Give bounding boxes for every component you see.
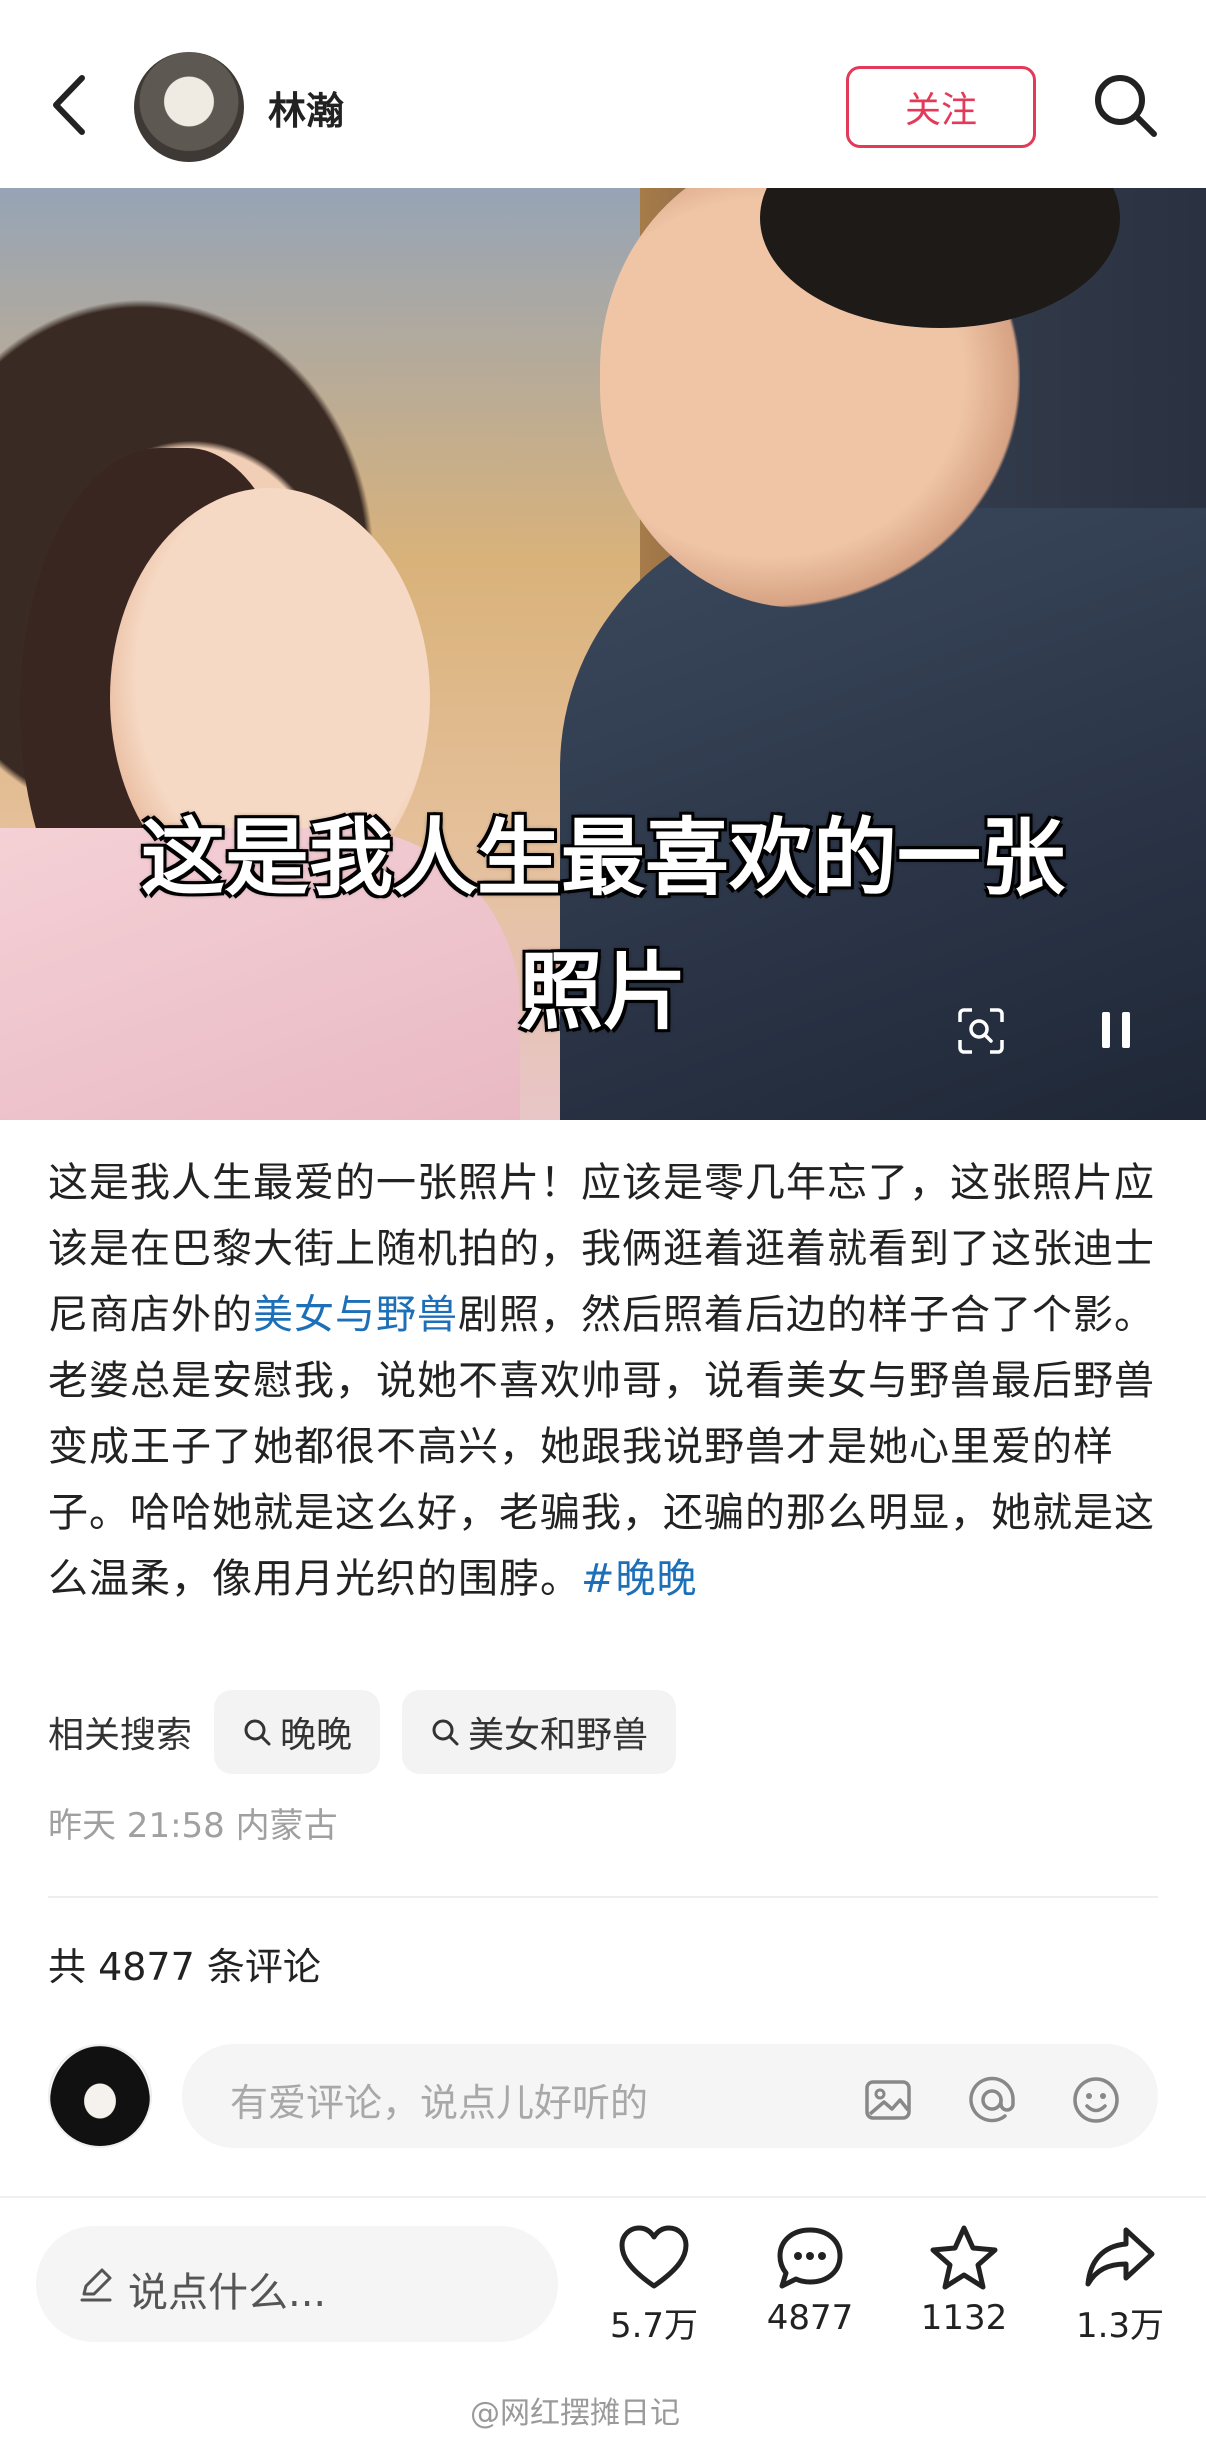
comment-count: 共 4877 条评论 [48,1945,321,1989]
bottom-action-bar: 说点什么... 5.7万 4877 1132 1.3万 @网红摆摊日记 [0,2196,1206,2438]
heart-icon [619,2225,689,2289]
like-count: 5.7万 [609,2306,699,2346]
image-overlay-text-line1: 这是我人生最喜欢的一张 [140,809,1065,907]
search-icon [244,1719,271,1746]
share-icon [1085,2227,1155,2287]
comment-button[interactable]: 4877 [740,2224,880,2338]
related-search: 相关搜索 晚晚 美女和野兽 [48,1690,698,1774]
star-icon [930,2225,998,2290]
image-icon[interactable] [862,2074,914,2126]
author-avatar[interactable] [134,52,244,162]
search-icon[interactable] [1090,70,1160,140]
watermark: @网红摆摊日记 [470,2396,680,2431]
image-overlay-text-line2: 照片 [518,943,687,1041]
author-name[interactable]: 林瀚 [268,80,344,135]
caption-hashtag[interactable]: #晚晚 [581,1556,698,1602]
post-caption: 这是我人生最爱的一张照片！应该是零几年忘了，这张照片应该是在巴黎大街上随机拍的，… [48,1150,1158,1612]
share-button[interactable]: 1.3万 [1050,2224,1190,2347]
related-search-chip[interactable]: 晚晚 [214,1690,381,1774]
related-search-chip[interactable]: 美女和野兽 [402,1690,677,1774]
related-search-label: 相关搜索 [48,1715,193,1756]
favorite-count: 1132 [920,2298,1008,2338]
comment-input[interactable]: 有爱评论，说点儿好听的 [182,2044,1158,2148]
mention-icon[interactable] [966,2074,1018,2126]
divider [48,1896,1158,1898]
pen-icon [80,2268,112,2302]
like-button[interactable]: 5.7万 [584,2224,724,2347]
favorite-button[interactable]: 1132 [894,2224,1034,2338]
back-icon[interactable] [44,70,94,140]
related-search-chip-label: 晚晚 [280,1715,353,1756]
share-count: 1.3万 [1075,2306,1165,2346]
comment-input-placeholder: 有爱评论，说点儿好听的 [230,2081,649,2125]
user-avatar [48,2044,152,2148]
top-bar: 林瀚 关注 [0,0,1206,188]
emoji-icon[interactable] [1070,2074,1122,2126]
comment-count-short: 4877 [766,2298,854,2338]
search-icon [432,1719,459,1746]
caption-link[interactable]: 美女与野兽 [253,1292,458,1338]
say-something-input[interactable]: 说点什么... [36,2226,558,2342]
related-search-chip-label: 美女和野兽 [468,1715,649,1756]
say-something-placeholder: 说点什么... [128,2270,327,2316]
post-time-location: 昨天 21:58 内蒙古 [48,1806,338,1846]
comment-bubble-icon [777,2227,843,2289]
follow-button[interactable]: 关注 [846,66,1036,148]
pause-icon[interactable] [1098,1008,1134,1052]
image-search-icon[interactable] [956,1006,1006,1056]
